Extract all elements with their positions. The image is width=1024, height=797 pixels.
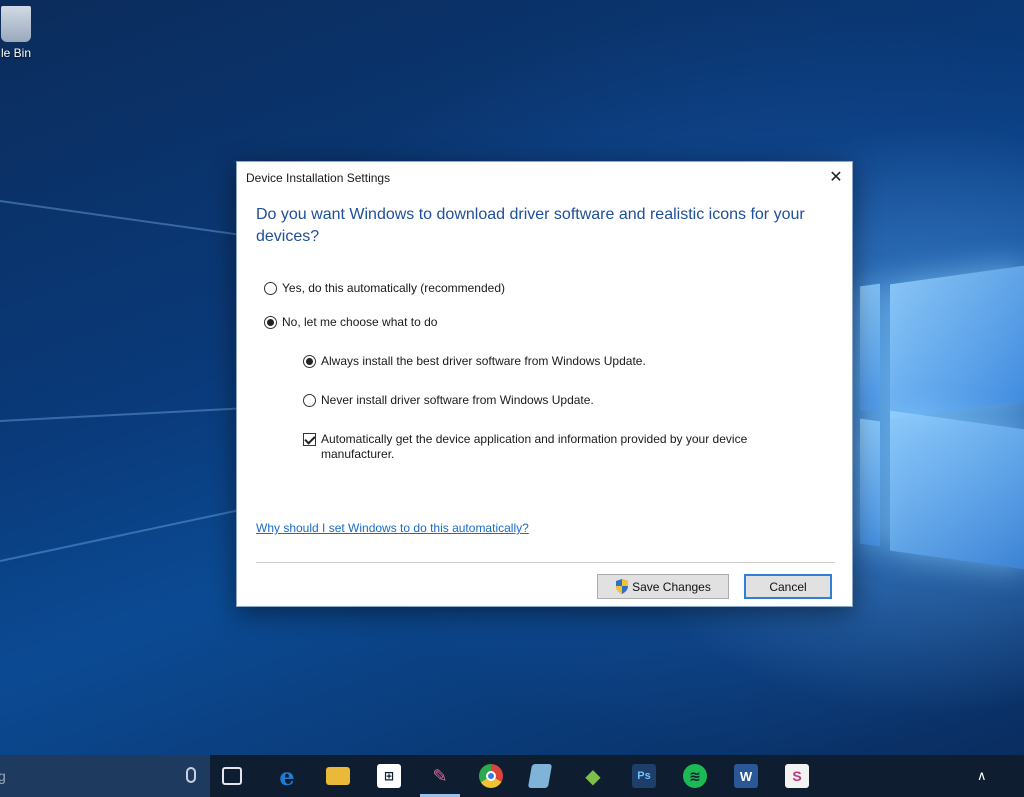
- radio-never-install[interactable]: [303, 394, 316, 407]
- edge-icon[interactable]: e: [275, 762, 299, 791]
- spotify-icon[interactable]: ≋: [683, 764, 707, 788]
- file-explorer-icon[interactable]: [326, 767, 350, 785]
- option-no-choose-label: No, let me choose what to do: [282, 315, 438, 329]
- option-auto-get-app[interactable]: Automatically get the device application…: [303, 432, 773, 462]
- search-box[interactable]: g: [0, 755, 210, 797]
- cancel-label: Cancel: [769, 579, 807, 594]
- close-icon: ✕: [829, 169, 843, 186]
- uac-shield-icon: [615, 579, 629, 594]
- windows-logo-pane: [860, 283, 880, 412]
- sketchup-icon[interactable]: ◆: [581, 764, 605, 788]
- option-yes-automatic-label: Yes, do this automatically (recommended): [282, 281, 505, 295]
- windows-logo-pane: [890, 410, 1024, 570]
- option-always-install-label: Always install the best driver software …: [321, 354, 646, 368]
- option-always-install[interactable]: Always install the best driver software …: [303, 354, 646, 369]
- device-installation-dialog: Device Installation Settings ✕ Do you wa…: [236, 161, 853, 607]
- chrome-icon[interactable]: [479, 764, 503, 788]
- option-never-install[interactable]: Never install driver software from Windo…: [303, 393, 594, 408]
- radio-yes-automatic[interactable]: [264, 282, 277, 295]
- help-link[interactable]: Why should I set Windows to do this auto…: [256, 521, 529, 535]
- save-changes-label: Save Changes: [632, 579, 711, 594]
- dialog-separator: [256, 562, 835, 563]
- windows-logo-pane: [890, 265, 1024, 420]
- option-auto-get-app-label: Automatically get the device application…: [321, 432, 748, 461]
- notepad-icon[interactable]: [527, 764, 553, 788]
- option-yes-automatic[interactable]: Yes, do this automatically (recommended): [264, 281, 505, 296]
- recycle-bin-label: le Bin: [0, 46, 32, 60]
- option-never-install-label: Never install driver software from Windo…: [321, 393, 594, 407]
- chrome-center: [486, 771, 496, 781]
- recycle-bin[interactable]: le Bin: [0, 6, 52, 60]
- checkbox-auto-get-app[interactable]: [303, 433, 316, 446]
- store-icon[interactable]: ⊞: [377, 764, 401, 788]
- recycle-bin-icon: [1, 6, 31, 42]
- dialog-title: Device Installation Settings: [246, 171, 391, 185]
- option-no-choose[interactable]: No, let me choose what to do: [264, 315, 437, 330]
- dialog-heading: Do you want Windows to download driver s…: [256, 206, 805, 245]
- paint-icon[interactable]: ✎: [428, 764, 452, 788]
- save-changes-button[interactable]: Save Changes: [597, 574, 729, 599]
- taskbar: g e ⊞ ✎ ◆ Ps ≋ W S ∧: [0, 755, 1024, 797]
- photoshop-icon[interactable]: Ps: [632, 764, 656, 788]
- slack-icon[interactable]: S: [785, 764, 809, 788]
- search-input-text: g: [0, 768, 6, 784]
- microphone-icon[interactable]: [186, 767, 196, 783]
- word-icon[interactable]: W: [734, 764, 758, 788]
- tray-chevron-icon[interactable]: ∧: [977, 768, 987, 784]
- cancel-button[interactable]: Cancel: [744, 574, 832, 599]
- windows-logo-pane: [860, 418, 880, 547]
- radio-always-install[interactable]: [303, 355, 316, 368]
- task-view-icon[interactable]: [222, 767, 242, 785]
- close-button[interactable]: ✕: [826, 167, 846, 187]
- radio-no-choose[interactable]: [264, 316, 277, 329]
